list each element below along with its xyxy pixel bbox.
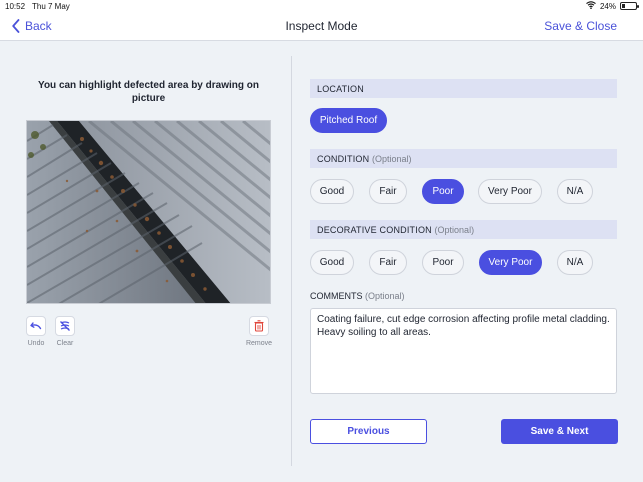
decorative-option-good[interactable]: Good bbox=[310, 250, 354, 275]
location-header-label: LOCATION bbox=[317, 84, 364, 94]
wifi-icon bbox=[586, 1, 596, 11]
decorative-condition-optional-label: (Optional) bbox=[434, 225, 475, 235]
nav-bar: Back Inspect Mode Save & Close bbox=[0, 13, 643, 41]
decorative-condition-header: DECORATIVE CONDITION (Optional) bbox=[310, 220, 617, 239]
decorative-option-very-poor[interactable]: Very Poor bbox=[479, 250, 542, 275]
decorative-option-fair[interactable]: Fair bbox=[369, 250, 407, 275]
condition-option-label: Good bbox=[319, 186, 345, 197]
inspection-photo[interactable] bbox=[26, 120, 271, 304]
trash-icon bbox=[254, 320, 264, 332]
condition-optional-label: (Optional) bbox=[372, 154, 412, 164]
comments-label-text: COMMENTS bbox=[310, 291, 363, 301]
decorative-condition-header-label: DECORATIVE CONDITION bbox=[317, 225, 432, 235]
condition-option-poor[interactable]: Poor bbox=[422, 179, 464, 204]
decorative-option-na[interactable]: N/A bbox=[557, 250, 593, 275]
back-label: Back bbox=[25, 19, 52, 33]
back-button[interactable]: Back bbox=[12, 19, 52, 33]
battery-icon bbox=[620, 2, 639, 10]
roof-photo-image bbox=[27, 121, 270, 303]
save-next-button[interactable]: Save & Next bbox=[501, 419, 618, 444]
condition-option-very-poor[interactable]: Very Poor bbox=[478, 179, 542, 204]
previous-button[interactable]: Previous bbox=[310, 419, 427, 444]
battery-percent: 24% bbox=[599, 1, 616, 11]
undo-label: Undo bbox=[27, 340, 45, 347]
status-bar: 10:52 Thu 7 May 24% bbox=[0, 0, 643, 13]
condition-option-label: N/A bbox=[566, 186, 584, 197]
decorative-option-label: N/A bbox=[566, 257, 584, 268]
condition-header: CONDITION (Optional) bbox=[310, 149, 617, 168]
condition-header-label: CONDITION bbox=[317, 154, 370, 164]
undo-icon bbox=[30, 322, 42, 330]
condition-option-good[interactable]: Good bbox=[310, 179, 354, 204]
status-date: Thu 7 May bbox=[32, 2, 70, 11]
remove-button[interactable] bbox=[249, 316, 269, 336]
condition-option-label: Poor bbox=[432, 186, 454, 197]
comments-label: COMMENTS (Optional) bbox=[310, 291, 405, 301]
clear-label: Clear bbox=[56, 340, 74, 347]
location-option-pitched-roof[interactable]: Pitched Roof bbox=[310, 108, 387, 133]
remove-label: Remove bbox=[245, 340, 273, 347]
panel-divider bbox=[291, 56, 292, 466]
decorative-option-poor[interactable]: Poor bbox=[422, 250, 464, 275]
comments-field[interactable]: Coating failure, cut edge corrosion affe… bbox=[310, 308, 617, 394]
comments-optional-label: (Optional) bbox=[365, 291, 405, 301]
highlight-hint: You can highlight defected area by drawi… bbox=[38, 80, 259, 104]
decorative-option-label: Fair bbox=[379, 257, 397, 268]
decorative-option-label: Good bbox=[319, 257, 345, 268]
condition-option-label: Very Poor bbox=[488, 186, 532, 197]
status-right: 24% bbox=[586, 1, 639, 11]
location-option-label: Pitched Roof bbox=[319, 115, 378, 126]
condition-option-na[interactable]: N/A bbox=[557, 179, 593, 204]
clear-drawing-icon bbox=[60, 321, 70, 331]
save-close-button[interactable]: Save & Close bbox=[544, 19, 617, 33]
chevron-left-icon bbox=[12, 19, 20, 33]
condition-option-label: Fair bbox=[379, 186, 397, 197]
decorative-option-label: Very Poor bbox=[488, 257, 533, 268]
undo-button[interactable] bbox=[26, 316, 46, 336]
clear-button[interactable] bbox=[55, 316, 75, 336]
location-header: LOCATION bbox=[310, 79, 617, 98]
status-time: 10:52 bbox=[5, 2, 26, 11]
decorative-option-label: Poor bbox=[432, 257, 454, 268]
condition-option-fair[interactable]: Fair bbox=[369, 179, 407, 204]
